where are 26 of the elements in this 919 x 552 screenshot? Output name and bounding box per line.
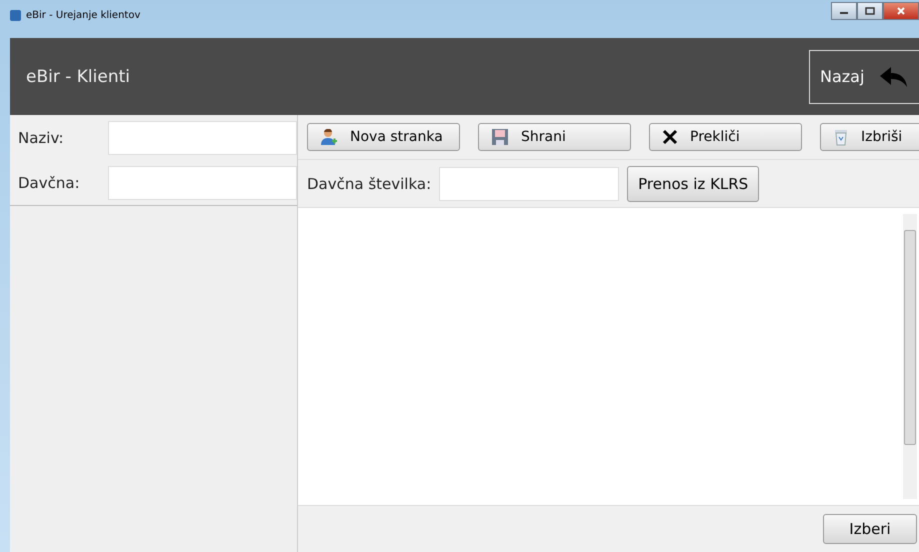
minimize-button[interactable] (831, 2, 857, 20)
import-button[interactable]: Prenos iz KLRS (627, 166, 760, 202)
back-arrow-icon (878, 64, 908, 88)
cross-icon (662, 129, 678, 145)
recycle-bin-icon (833, 128, 849, 146)
back-button[interactable]: Nazaj (809, 50, 919, 104)
page-title: eBir - Klienti (25, 66, 130, 86)
person-add-icon (320, 128, 338, 146)
input-field[interactable] (439, 166, 620, 200)
maximize-button[interactable] (857, 2, 883, 20)
window-title: eBir - Urejanje klientov (26, 10, 140, 21)
input-field[interactable] (108, 166, 297, 200)
toolbar-button[interactable]: Nova stranka (307, 123, 460, 151)
toolbar-button[interactable]: Shrani (478, 123, 631, 151)
close-button[interactable] (883, 2, 919, 20)
toolbar-button[interactable]: Prekliči (649, 123, 802, 151)
scrollbar[interactable] (903, 214, 917, 499)
field-label: Davčna: (18, 174, 81, 192)
field-label: Davčna številka: (307, 174, 432, 192)
maximize-icon (865, 7, 875, 15)
close-icon (896, 7, 906, 15)
input-field[interactable] (108, 120, 297, 154)
app-icon (10, 10, 21, 21)
select-button[interactable]: Izberi (823, 514, 917, 544)
toolbar-button[interactable]: Izbriši (820, 123, 919, 151)
field-label: Naziv: (18, 128, 65, 146)
